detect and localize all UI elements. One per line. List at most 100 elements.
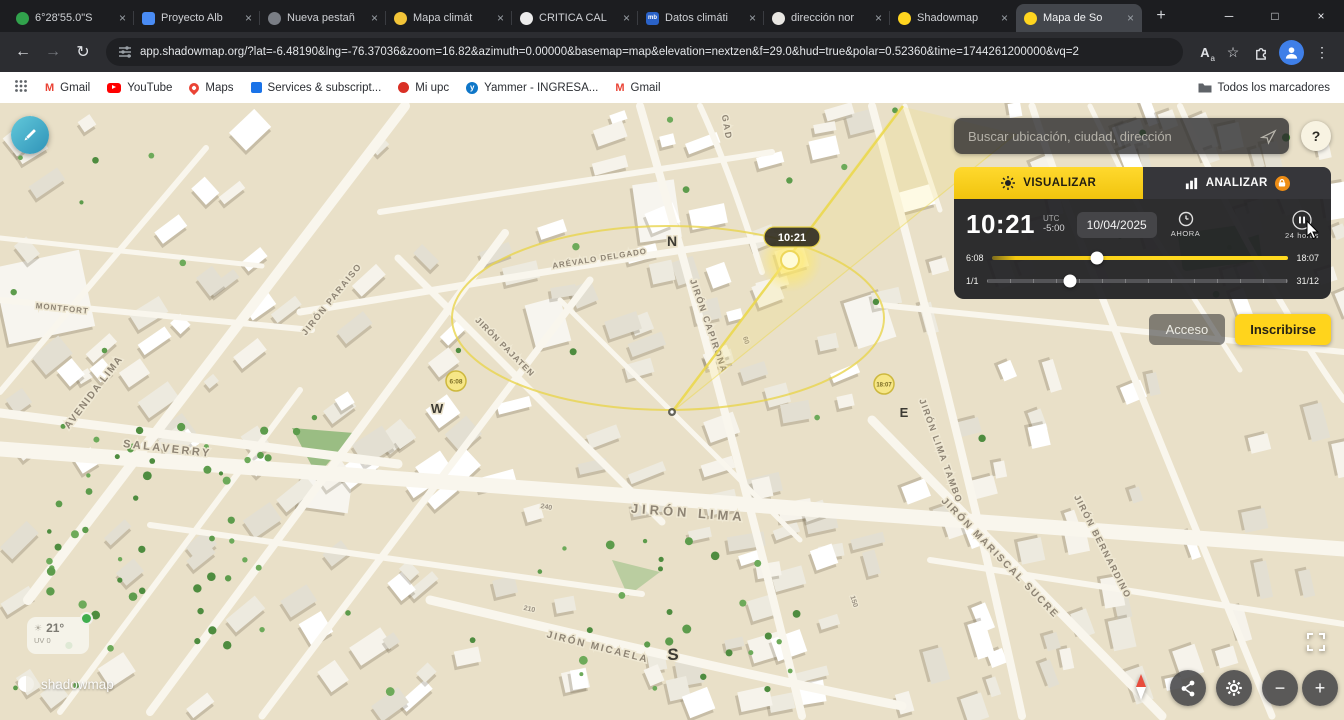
menu-icon[interactable]: ⋮ (1308, 38, 1336, 66)
all-bookmarks-button[interactable]: Todos los marcadores (1198, 82, 1330, 94)
url-bar[interactable]: app.shadowmap.org/?lat=-6.48190&lng=-76.… (106, 38, 1183, 66)
settings-button[interactable] (1216, 670, 1252, 706)
date-picker[interactable]: 10/04/2025 (1076, 211, 1157, 238)
browser-tab-direccion[interactable]: dirección nor × (763, 4, 890, 32)
bookmark-miupc[interactable]: Mi upc (398, 82, 449, 94)
bookmark-gmail[interactable]: M Gmail (45, 82, 90, 94)
current-time: 10:21 (966, 209, 1035, 239)
browser-tab-critica[interactable]: CRITICA CAL × (511, 4, 638, 32)
tab-close-icon[interactable]: × (1001, 12, 1008, 24)
pencil-icon (24, 129, 36, 141)
browser-tab-nueva[interactable]: Nueva pestañ × (259, 4, 386, 32)
forward-icon[interactable]: → (38, 37, 68, 67)
compass-west: W (431, 401, 444, 416)
yammer-icon: y (466, 81, 479, 94)
close-icon[interactable]: × (1298, 0, 1344, 32)
site-settings-icon[interactable] (118, 45, 132, 59)
reload-icon[interactable]: ↻ (68, 37, 98, 67)
browser-tab-coordinates[interactable]: 6°28'55.0"S × (8, 4, 134, 32)
svg-text:10:21: 10:21 (778, 232, 806, 244)
pause-icon (1292, 209, 1312, 230)
tab-label: dirección nor (791, 12, 854, 24)
extensions-puzzle-icon[interactable] (1247, 38, 1275, 66)
air-quality-badge (80, 612, 93, 625)
tab-close-icon[interactable]: × (371, 12, 378, 24)
bookmark-yammer[interactable]: y Yammer - INGRESA... (466, 81, 598, 94)
search-input[interactable] (966, 127, 1260, 145)
share-button[interactable] (1170, 670, 1206, 706)
bookmark-services[interactable]: Services & subscript... (250, 82, 381, 94)
window-controls: ─ □ × (1206, 0, 1344, 32)
tab-close-icon[interactable]: × (1127, 12, 1134, 24)
gear-icon (1226, 680, 1242, 696)
signup-button[interactable]: Inscribirse (1235, 314, 1331, 345)
bookmark-youtube[interactable]: YouTube (107, 82, 172, 94)
minimize-icon[interactable]: ─ (1206, 0, 1252, 32)
sun-marker[interactable] (780, 250, 800, 270)
compass-north: N (667, 233, 677, 249)
maps-favicon (16, 11, 29, 25)
tab-analizar[interactable]: ANALIZAR (1142, 167, 1331, 199)
tab-close-icon[interactable]: × (749, 12, 756, 24)
services-icon (250, 82, 262, 93)
send-icon[interactable] (1260, 128, 1277, 145)
fullscreen-button[interactable] (1306, 632, 1326, 652)
browser-tab-mapa-climatico[interactable]: Mapa climát × (385, 4, 512, 32)
date-slider-knob[interactable] (1063, 274, 1077, 288)
now-button[interactable]: AHORA (1171, 211, 1201, 238)
search-bar[interactable] (954, 118, 1289, 154)
meteoblue-favicon: mb (646, 11, 659, 25)
lock-icon (1274, 175, 1290, 191)
shadowmap-watermark: shadowmap (18, 676, 114, 692)
auth-row: Acceso Inscribirse (954, 314, 1331, 345)
browser-tab-proyecto[interactable]: Proyecto Alb × (133, 4, 260, 32)
profile-avatar[interactable] (1279, 39, 1304, 65)
sunrise-marker[interactable]: 6:08 (445, 370, 467, 392)
clock-icon (1178, 211, 1193, 227)
play-24h-button[interactable]: 24 horas (1285, 209, 1319, 240)
chat-favicon (520, 11, 533, 25)
browser-tab-datos[interactable]: mb Datos climáti × (637, 4, 764, 32)
time-slider-knob[interactable] (1090, 251, 1104, 265)
time-slider-row: 6:08 18:07 (966, 251, 1319, 265)
compass-needle[interactable] (1133, 674, 1149, 700)
gmail-icon: M (615, 81, 625, 94)
login-button[interactable]: Acceso (1148, 314, 1226, 345)
bookmark-maps[interactable]: Maps (187, 80, 234, 95)
shadowmap-favicon (1024, 11, 1037, 25)
maximize-icon[interactable]: □ (1252, 0, 1298, 32)
tab-label: Shadowmap (917, 12, 979, 24)
utc-offset: UTC -5:00 (1043, 214, 1065, 234)
browser-tab-shadowmap[interactable]: Shadowmap × (889, 4, 1016, 32)
newtab-favicon (268, 11, 281, 25)
bookmark-gmail-2[interactable]: M Gmail (615, 82, 660, 94)
bookmarks-bar: M Gmail YouTube Maps Services & subscrip… (0, 72, 1344, 103)
browser-tab-mapa-sombras-active[interactable]: Mapa de So × (1016, 4, 1142, 32)
zoom-in-button[interactable]: + (1302, 670, 1338, 706)
tab-close-icon[interactable]: × (875, 12, 882, 24)
weather-widget[interactable]: ☀ 21° UV 0 (27, 612, 93, 654)
tab-close-icon[interactable]: × (119, 12, 126, 24)
back-icon[interactable]: ← (8, 37, 38, 67)
sunset-marker[interactable]: 18:07 (873, 373, 895, 395)
browser-tab-strip: 6°28'55.0"S × Proyecto Alb × Nueva pesta… (0, 0, 1344, 32)
new-tab-button[interactable]: + (1148, 3, 1174, 29)
tab-close-icon[interactable]: × (245, 12, 252, 24)
zoom-out-button[interactable]: − (1262, 670, 1298, 706)
tab-visualizar[interactable]: VISUALIZAR (954, 167, 1143, 199)
bookmark-star-icon[interactable]: ☆ (1219, 38, 1247, 66)
date-slider[interactable] (986, 274, 1289, 288)
folder-icon (1198, 83, 1211, 93)
time-panel: 10:21 UTC -5:00 10/04/2025 AHORA 24 hora… (954, 199, 1331, 299)
time-slider[interactable] (991, 251, 1289, 265)
tab-close-icon[interactable]: × (497, 12, 504, 24)
screen: 6°28'55.0"S × Proyecto Alb × Nueva pesta… (0, 0, 1344, 720)
draw-tool-button[interactable] (11, 116, 49, 154)
tab-close-icon[interactable]: × (623, 12, 630, 24)
maps-pin-icon (187, 80, 202, 95)
translate-icon[interactable]: A a (1191, 38, 1219, 66)
tab-label: CRITICA CAL (539, 12, 607, 24)
help-button[interactable]: ? (1301, 121, 1331, 151)
apps-grid-icon[interactable] (14, 79, 28, 96)
compass-east: E (900, 405, 909, 420)
